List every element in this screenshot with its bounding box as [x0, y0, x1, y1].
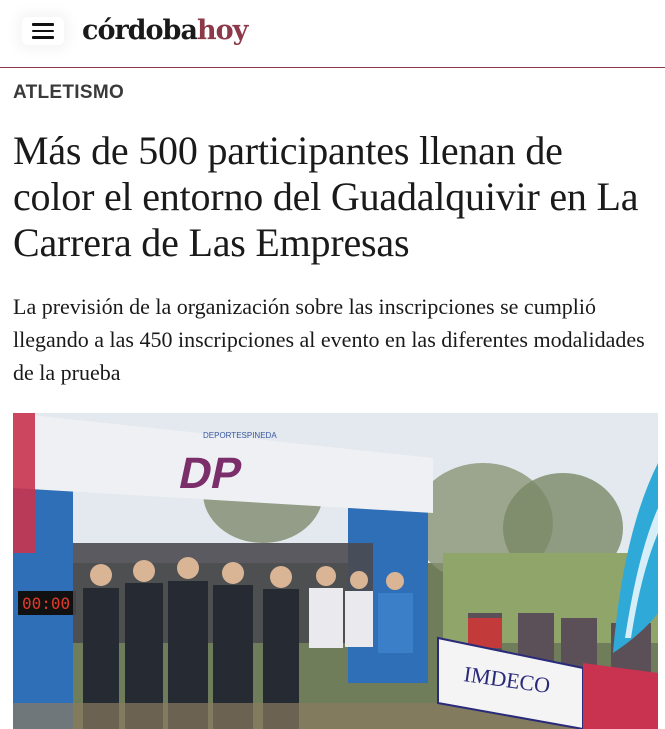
arch-brand-text: DEPORTESPINEDA [203, 431, 277, 440]
logo-text-primary: córdoba [82, 15, 198, 46]
section-label[interactable]: ATLETISMO [13, 82, 124, 104]
site-header: córdobahoy [0, 0, 665, 68]
article-title: Más de 500 participantes llenan de color… [13, 128, 639, 265]
article-subtitle: La previsión de la organización sobre la… [13, 294, 645, 385]
menu-icon[interactable] [22, 17, 64, 45]
logo-text-accent: hoy [196, 15, 248, 46]
article-photo: DEPORTESPINEDA DP 00:00 IMDECO [13, 413, 658, 729]
menu-icon-bar [32, 29, 54, 33]
menu-icon-bar [32, 23, 54, 26]
race-clock-text: 00:00 [22, 594, 70, 613]
arch-logo: DP [175, 449, 246, 497]
menu-icon-bar [32, 36, 54, 39]
site-logo[interactable]: córdobahoy [82, 13, 248, 49]
